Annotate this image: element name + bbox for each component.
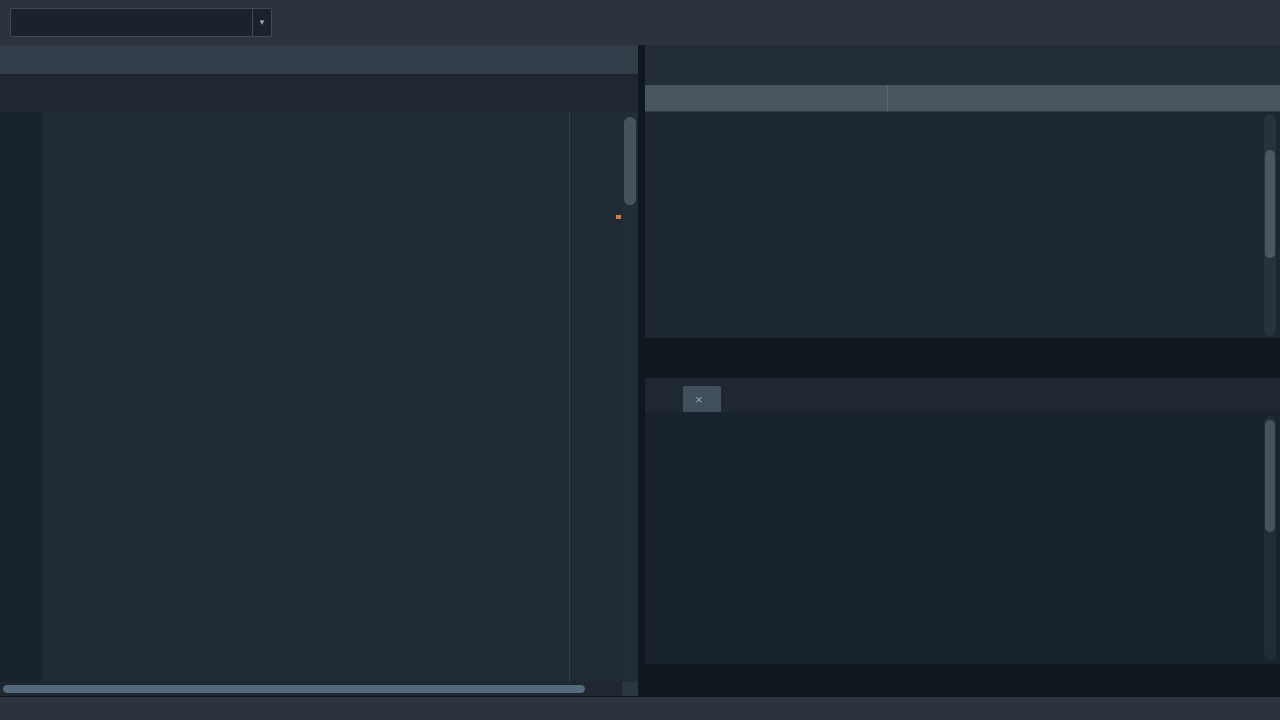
editor-gutter [0,112,42,682]
explorer-vertical-scrollbar[interactable] [1264,114,1276,336]
explorer-pane-tabs [645,344,1280,370]
close-icon[interactable]: × [695,393,703,406]
console-tabstrip: × [645,378,1280,412]
browse-tabs-button[interactable] [0,81,32,109]
editor-path-breadcrumb [0,45,638,75]
scrollbar-thumb[interactable] [624,117,636,205]
file-explorer-toolbar [645,45,1280,85]
main-toolbar: ▾ [0,0,1280,45]
ipython-console[interactable] [645,412,1280,664]
code-editor[interactable] [0,112,638,682]
file-explorer-options-menu-button[interactable] [1246,53,1272,77]
file-explorer-header [645,85,1280,112]
file-explorer-rows [645,112,1280,338]
scrollbar-thumb[interactable] [3,685,585,693]
scrollbar-corner [622,682,638,696]
scrollbar-thumb[interactable] [1265,150,1275,258]
console-pane-tabs [645,666,1280,694]
spyder-window: ▾ × [0,0,1280,720]
editor-horizontal-scrollbar[interactable] [0,682,638,696]
editor-tabstrip [0,75,638,112]
editor-options-menu-button[interactable] [606,83,632,107]
editor-code[interactable] [42,112,622,682]
browse-tabs-button[interactable] [645,381,677,409]
scrollbar-thumb[interactable] [1265,420,1275,532]
column-ruler [569,112,570,682]
warning-flag [616,215,621,219]
chevron-down-icon[interactable]: ▾ [252,9,271,36]
editor-vertical-scrollbar[interactable] [622,112,638,682]
console-tab[interactable]: × [683,386,721,412]
working-directory-select[interactable]: ▾ [10,8,272,37]
status-bar [0,696,1280,720]
column-header-name[interactable] [645,85,888,111]
console-vertical-scrollbar[interactable] [1264,416,1276,660]
